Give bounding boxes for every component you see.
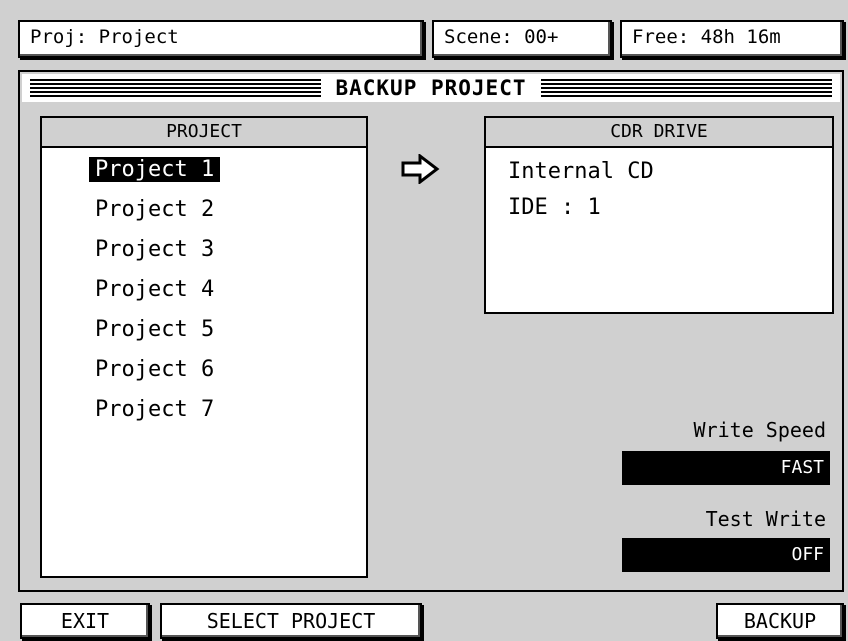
- free-space-status: Free: 48h 16m: [620, 20, 844, 58]
- project-status: Proj: Project: [18, 20, 424, 58]
- project-list-header: PROJECT: [42, 118, 366, 148]
- dialog-title-bar: BACKUP PROJECT: [22, 74, 840, 102]
- test-write-value[interactable]: OFF: [622, 538, 830, 572]
- project-status-text: Proj: Project: [30, 26, 179, 48]
- exit-button[interactable]: EXIT: [20, 603, 150, 639]
- project-list-item[interactable]: Project 5: [42, 316, 366, 356]
- write-speed-value[interactable]: FAST: [622, 451, 830, 485]
- project-item-label: Project 2: [95, 197, 215, 222]
- backup-button[interactable]: BACKUP: [716, 603, 844, 639]
- write-speed-label: Write Speed: [693, 418, 826, 442]
- cdr-drive-panel[interactable]: CDR DRIVE Internal CD IDE : 1: [484, 116, 834, 314]
- drive-bus: IDE : 1: [508, 195, 601, 220]
- project-list-item[interactable]: Project 4: [42, 276, 366, 316]
- cdr-drive-header: CDR DRIVE: [486, 118, 832, 148]
- project-item-label: Project 5: [95, 317, 215, 342]
- backup-project-dialog: BACKUP PROJECT PROJECT Project 1 Project …: [18, 70, 844, 592]
- scene-status-text: Scene: 00+: [444, 26, 559, 48]
- test-write-label: Test Write: [705, 507, 826, 531]
- project-item-label: Project 4: [95, 277, 215, 302]
- free-space-text: Free: 48h 16m: [632, 26, 781, 48]
- project-list-item[interactable]: Project 6: [42, 356, 366, 396]
- right-arrow-icon: [401, 154, 440, 184]
- drive-name: Internal CD: [508, 159, 654, 184]
- select-project-button[interactable]: SELECT PROJECT: [160, 603, 422, 639]
- project-list-item[interactable]: Project 2: [42, 196, 366, 236]
- project-list-item[interactable]: Project 3: [42, 236, 366, 276]
- project-list-item[interactable]: Project 1: [42, 156, 366, 196]
- project-item-label: Project 1: [89, 157, 221, 182]
- project-list-panel: PROJECT Project 1 Project 2 Project 3 Proje…: [40, 116, 368, 578]
- project-item-label: Project 6: [95, 357, 215, 382]
- project-item-label: Project 3: [95, 237, 215, 262]
- project-list-item[interactable]: Project 7: [42, 396, 366, 436]
- scene-status: Scene: 00+: [432, 20, 612, 58]
- project-item-label: Project 7: [95, 397, 215, 422]
- project-list[interactable]: Project 1 Project 2 Project 3 Project 4 Proj…: [42, 156, 366, 436]
- dialog-title: BACKUP PROJECT: [321, 76, 541, 100]
